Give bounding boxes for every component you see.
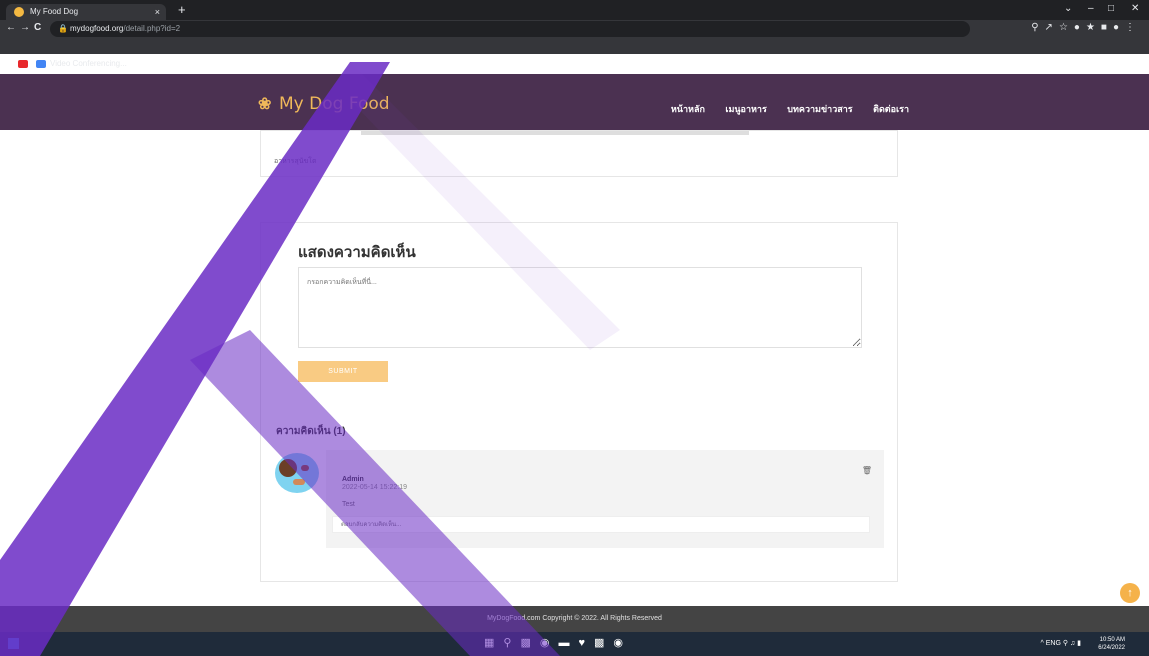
- main-menu: หน้าหลัก เมนูอาหาร บทความข่าวสาร ติดต่อเ…: [655, 99, 909, 117]
- forward-button[interactable]: →: [20, 22, 30, 33]
- logo-icon[interactable]: ❀: [258, 94, 278, 113]
- comments-card: แสดงความคิดเห็น SUBMIT ความคิดเห็น (1) 🗑…: [260, 222, 898, 582]
- comment-date: 2022-05-14 15:22:19: [342, 484, 407, 491]
- browser-tab[interactable]: My Food Dog ×: [6, 4, 166, 20]
- windows-taskbar: ▦⚲▩◉▬♥▩◉ ^ ENG ⚲ ♫ ▮ 10:50 AM 6/24/2022: [0, 632, 1149, 656]
- site-header: ❀ My Dog Food หน้าหลัก เมนูอาหาร บทความข…: [0, 74, 1149, 130]
- back-button[interactable]: ←: [6, 22, 16, 33]
- bookmark-video-conferencing[interactable]: Video Conferencing...: [50, 56, 127, 72]
- video-conferencing-icon: [36, 60, 46, 68]
- url-host: mydogfood.org: [70, 24, 124, 33]
- browser-tab-bar: My Food Dog × + ⌄ – □ ✕: [0, 0, 1149, 20]
- avatar: [275, 453, 319, 493]
- site-logo[interactable]: My Dog Food: [279, 94, 390, 114]
- comment-author: Admin: [342, 476, 364, 483]
- tray-icons[interactable]: ^ ENG ⚲ ♫ ▮: [1041, 639, 1081, 647]
- menu-item-contact[interactable]: ติดต่อเรา: [873, 104, 909, 114]
- clock-date: 6/24/2022: [1098, 645, 1125, 651]
- minimize-button[interactable]: –: [1088, 3, 1094, 14]
- reply-input[interactable]: [332, 516, 870, 533]
- taskbar-app-icons[interactable]: ▦⚲▩◉▬♥▩◉: [484, 636, 632, 649]
- clock-time: 10:50 AM: [1099, 637, 1125, 643]
- reload-button[interactable]: C: [34, 22, 41, 33]
- maximize-button[interactable]: □: [1108, 3, 1114, 14]
- bookmarks-bar: Video Conferencing...: [0, 56, 1149, 72]
- tab-title: My Food Dog: [30, 7, 79, 16]
- menu-item-articles[interactable]: บทความข่าวสาร: [787, 104, 852, 114]
- close-window-button[interactable]: ✕: [1131, 3, 1139, 14]
- start-icon[interactable]: [8, 638, 19, 649]
- lock-icon: 🔒: [58, 24, 68, 33]
- submit-button[interactable]: SUBMIT: [298, 361, 388, 382]
- comment-body: Test: [342, 501, 355, 508]
- url-input[interactable]: 🔒 mydogfood.org/detail.php?id=2: [50, 21, 970, 37]
- youtube-icon[interactable]: [18, 60, 28, 68]
- tab-search-icon[interactable]: ⌄: [1064, 3, 1072, 14]
- image-placeholder-bar: [361, 131, 749, 135]
- menu-item-home[interactable]: หน้าหลัก: [671, 104, 705, 114]
- comment-count: ความคิดเห็น (1): [276, 426, 346, 437]
- menu-item-food-menu[interactable]: เมนูอาหาร: [725, 104, 766, 114]
- comment-item: 🗑 Admin 2022-05-14 15:22:19 Test: [326, 450, 884, 548]
- close-tab-icon[interactable]: ×: [155, 4, 160, 20]
- footer-copyright: MyDogFood.com Copyright © 2022. All Righ…: [487, 615, 662, 622]
- site-footer: MyDogFood.com Copyright © 2022. All Righ…: [0, 606, 1149, 632]
- extension-icons[interactable]: ⚲↗☆●★■●⋮: [1031, 22, 1141, 33]
- scroll-to-top-button[interactable]: ↑: [1120, 583, 1140, 603]
- url-path: /detail.php?id=2: [123, 24, 181, 33]
- comment-input[interactable]: [298, 267, 862, 348]
- article-card: อาหารสุนัขโต: [260, 130, 898, 177]
- new-tab-button[interactable]: +: [178, 2, 186, 17]
- favicon-icon: [14, 7, 24, 17]
- clock[interactable]: 10:50 AM 6/24/2022: [1098, 636, 1125, 652]
- address-bar-area: ← → C 🔒 mydogfood.org/detail.php?id=2 ⚲↗…: [0, 20, 1149, 68]
- comment-form-heading: แสดงความคิดเห็น: [298, 244, 416, 261]
- article-snippet: อาหารสุนัขโต: [274, 158, 317, 165]
- delete-icon[interactable]: 🗑: [862, 466, 872, 475]
- language-indicator[interactable]: ENG: [1046, 640, 1061, 647]
